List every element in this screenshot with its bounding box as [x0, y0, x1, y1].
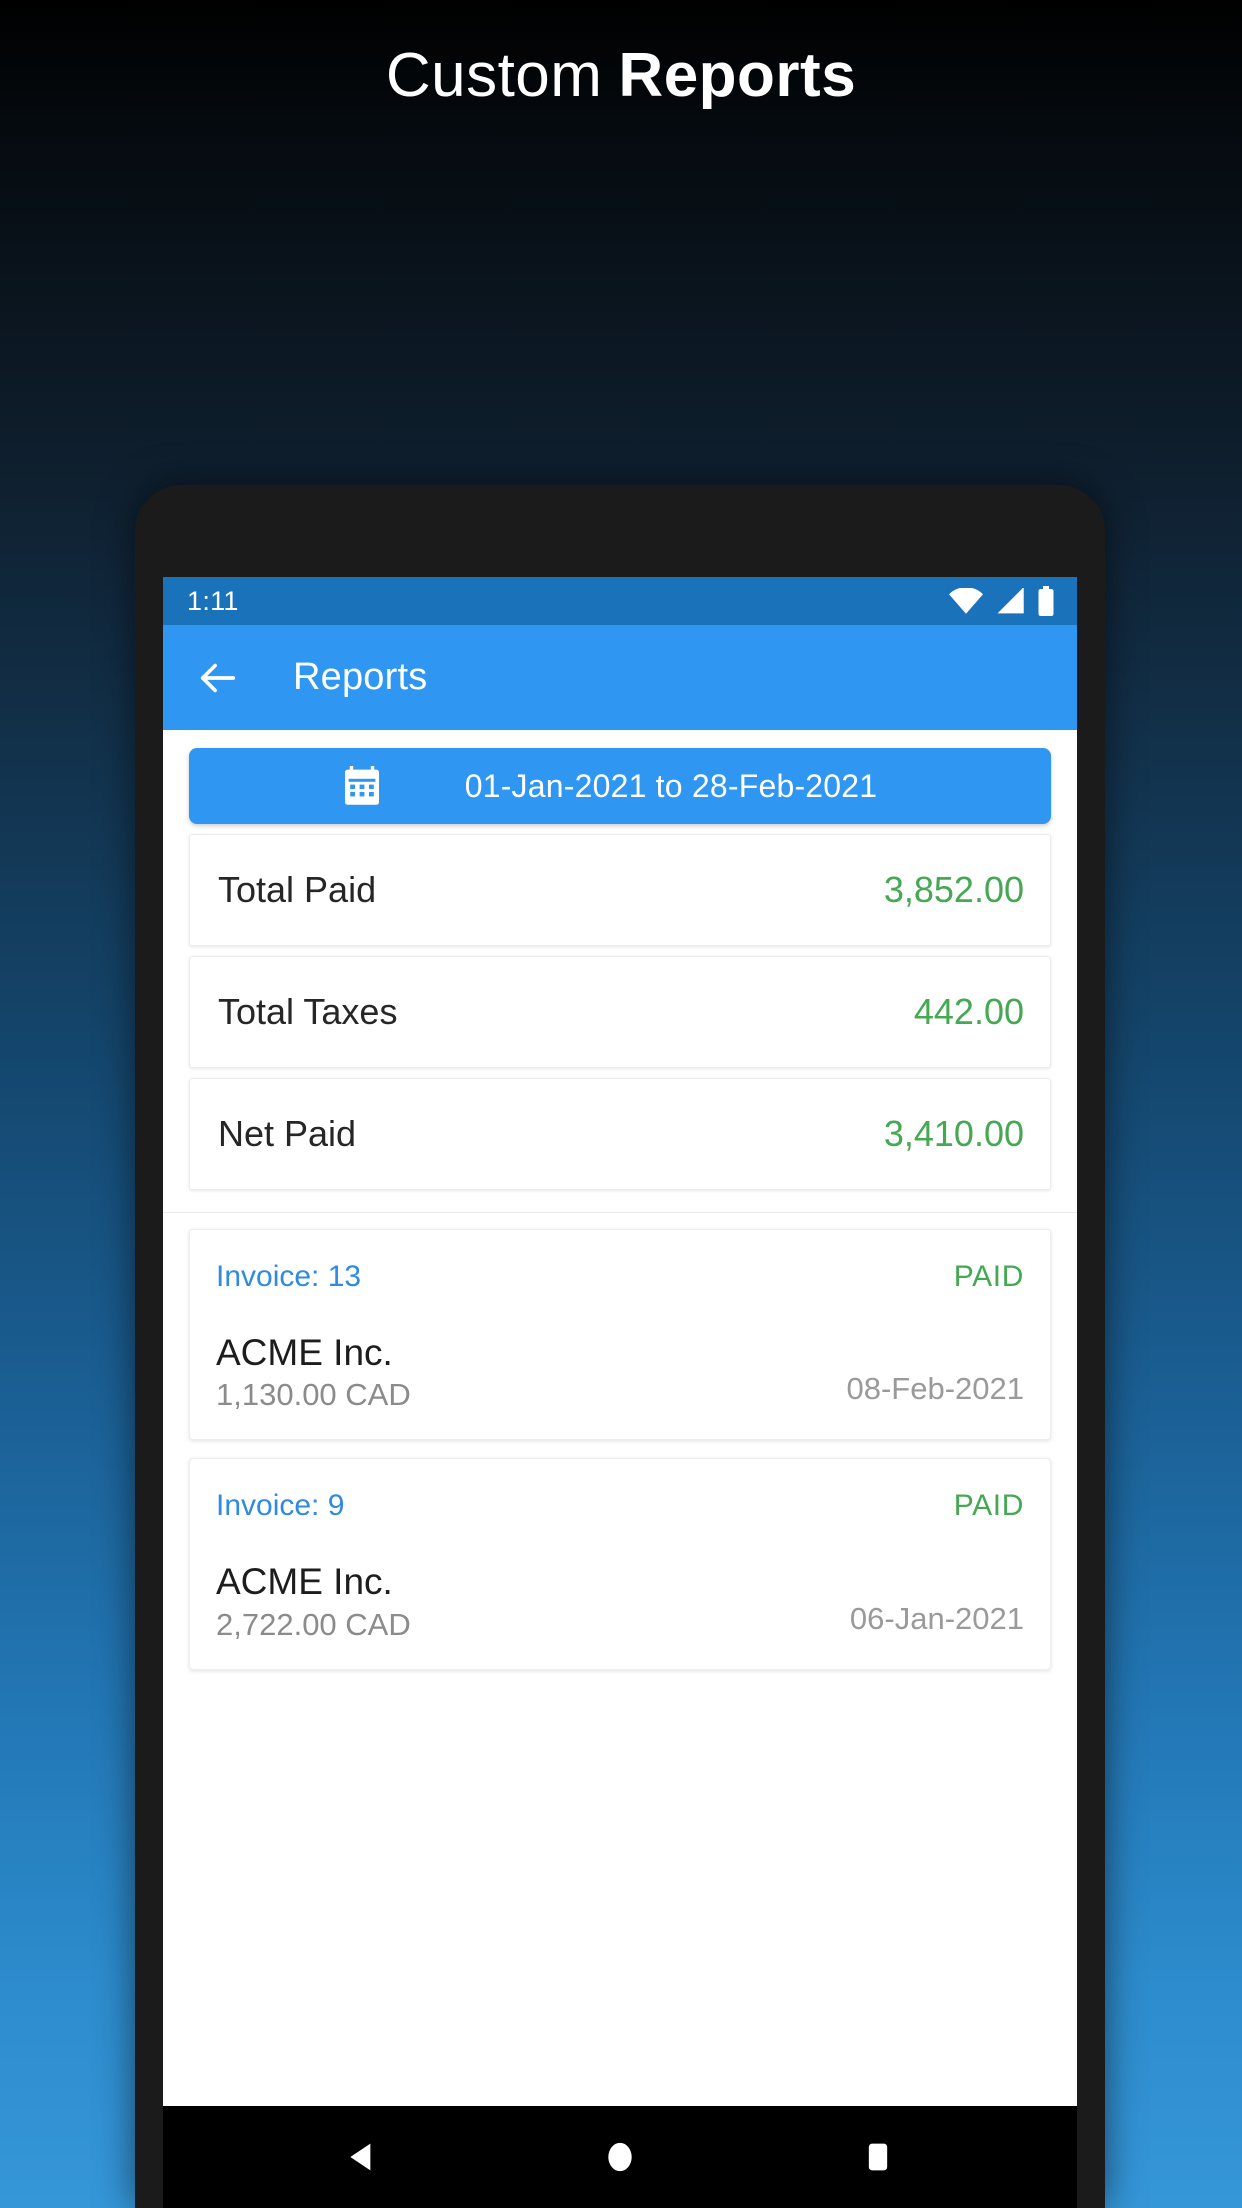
summary-value: 3,852.00: [883, 869, 1024, 910]
phone-screen: 1:11 Reports 01-Jan-2021 to 28-Feb-2021 …: [163, 577, 1077, 2208]
invoice-date: 08-Feb-2021: [846, 1371, 1024, 1407]
invoice-client-block: ACME Inc. 2,722.00 CAD: [216, 1561, 411, 1642]
summary-row-total-paid[interactable]: Total Paid 3,852.00: [189, 834, 1051, 946]
wifi-icon: [949, 588, 983, 614]
cell-signal-icon: [996, 588, 1024, 614]
summary-value: 3,410.00: [883, 1113, 1024, 1154]
app-bar: Reports: [163, 625, 1077, 730]
invoice-list: Invoice: 13 PAID ACME Inc. 1,130.00 CAD …: [163, 1213, 1077, 2106]
invoice-date: 06-Jan-2021: [849, 1600, 1024, 1636]
nav-recents-icon[interactable]: [858, 2137, 898, 2177]
invoice-number: Invoice: 9: [216, 1489, 345, 1523]
invoice-amount: 2,722.00 CAD: [216, 1606, 411, 1642]
invoice-client-name: ACME Inc.: [216, 1561, 393, 1603]
summary-row-total-taxes[interactable]: Total Taxes 442.00: [189, 956, 1051, 1068]
android-nav-bar: [163, 2106, 1077, 2208]
page-title-light: Custom: [385, 40, 603, 110]
invoice-card[interactable]: Invoice: 13 PAID ACME Inc. 1,130.00 CAD …: [189, 1229, 1051, 1441]
nav-back-icon[interactable]: [342, 2137, 382, 2177]
summary-label: Total Paid: [218, 869, 377, 910]
status-bar-icons: [949, 586, 1055, 616]
status-badge: PAID: [953, 1489, 1024, 1523]
battery-icon: [1037, 586, 1055, 616]
date-range-button[interactable]: 01-Jan-2021 to 28-Feb-2021: [189, 748, 1051, 824]
app-bar-title: Reports: [293, 656, 428, 698]
invoice-card-header: Invoice: 9 PAID: [216, 1489, 1024, 1523]
back-arrow-icon[interactable]: [195, 655, 241, 701]
invoice-number: Invoice: 13: [216, 1260, 362, 1293]
invoice-card-header: Invoice: 13 PAID: [216, 1260, 1024, 1294]
invoice-card[interactable]: Invoice: 9 PAID ACME Inc. 2,722.00 CAD 0…: [189, 1458, 1051, 1670]
summary-label: Net Paid: [218, 1113, 357, 1154]
status-badge: PAID: [953, 1260, 1024, 1293]
status-bar: 1:11: [163, 577, 1077, 625]
summary-value: 442.00: [913, 991, 1024, 1032]
summary-row-net-paid[interactable]: Net Paid 3,410.00: [189, 1078, 1051, 1190]
summary-section: 01-Jan-2021 to 28-Feb-2021 Total Paid 3,…: [163, 730, 1077, 1213]
status-bar-time: 1:11: [187, 585, 239, 616]
date-range-label: 01-Jan-2021 to 28-Feb-2021: [464, 767, 878, 804]
screen-content: 01-Jan-2021 to 28-Feb-2021 Total Paid 3,…: [163, 730, 1077, 2106]
page-title: Custom Reports: [0, 0, 1242, 150]
calendar-icon: [343, 766, 381, 806]
invoice-client-block: ACME Inc. 1,130.00 CAD: [216, 1332, 411, 1413]
invoice-card-body: ACME Inc. 2,722.00 CAD 06-Jan-2021: [216, 1561, 1024, 1642]
invoice-client-name: ACME Inc.: [216, 1332, 393, 1373]
nav-home-icon[interactable]: [600, 2137, 640, 2177]
invoice-card-body: ACME Inc. 1,130.00 CAD 08-Feb-2021: [216, 1332, 1024, 1413]
invoice-amount: 1,130.00 CAD: [216, 1377, 411, 1413]
summary-label: Total Taxes: [218, 991, 398, 1032]
page-title-bold: Reports: [618, 40, 857, 110]
